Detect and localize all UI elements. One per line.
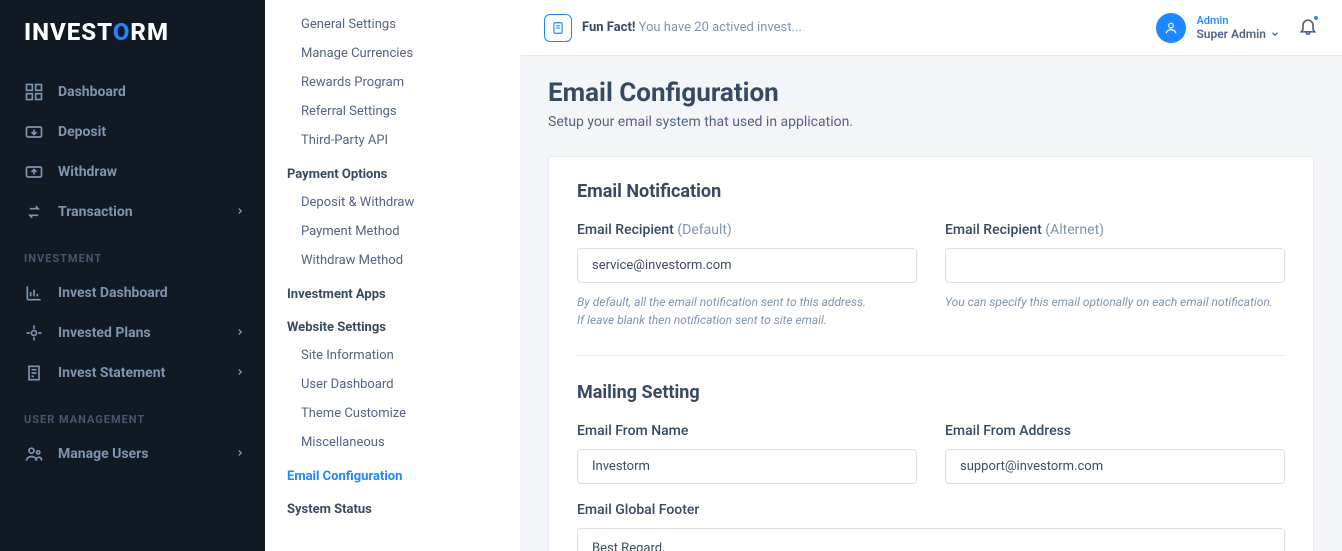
subnav-third-party-api[interactable]: Third-Party API: [265, 126, 520, 155]
user-menu[interactable]: Admin Super Admin: [1156, 13, 1280, 43]
chevron-right-icon: [235, 365, 245, 381]
notifications-button[interactable]: [1298, 16, 1318, 40]
chevron-down-icon: [1270, 29, 1280, 39]
nav-invest-statement[interactable]: Invest Statement: [0, 353, 265, 393]
subnav-system-status[interactable]: System Status: [265, 490, 520, 523]
nav-group-investment: INVESTMENT: [0, 232, 265, 273]
nav-label: Transaction: [58, 204, 133, 220]
users-icon: [24, 444, 44, 464]
label-from-address: Email From Address: [945, 423, 1285, 439]
subnav-deposit-withdraw[interactable]: Deposit & Withdraw: [265, 188, 520, 217]
user-role: Admin: [1196, 14, 1280, 27]
avatar: [1156, 13, 1186, 43]
deposit-icon: [24, 122, 44, 142]
input-from-address[interactable]: [945, 449, 1285, 484]
sidebar: INVESTORM Dashboard Deposit Withdraw Tra…: [0, 0, 265, 551]
subnav-head-payment: Payment Options: [265, 155, 520, 188]
page-subtitle: Setup your email system that used in app…: [548, 114, 1314, 130]
settings-subnav: General Settings Manage Currencies Rewar…: [265, 0, 520, 551]
help-recipient-default: By default, all the email notification s…: [577, 293, 917, 329]
chevron-right-icon: [235, 446, 245, 462]
section-title-notification: Email Notification: [577, 181, 1285, 202]
subnav-manage-currencies[interactable]: Manage Currencies: [265, 39, 520, 68]
divider: [577, 355, 1285, 356]
nav-label: Manage Users: [58, 446, 148, 462]
nav-group-user-mgmt: USER MANAGEMENT: [0, 393, 265, 434]
chart-icon: [24, 283, 44, 303]
withdraw-icon: [24, 162, 44, 182]
nav-label: Dashboard: [58, 84, 126, 100]
nav-manage-users[interactable]: Manage Users: [0, 434, 265, 474]
subnav-rewards-program[interactable]: Rewards Program: [265, 68, 520, 97]
nav-invest-dashboard[interactable]: Invest Dashboard: [0, 273, 265, 313]
input-recipient-default[interactable]: [577, 248, 917, 283]
content: Email Configuration Setup your email sys…: [520, 56, 1342, 551]
topbar: Fun Fact! You have 20 actived invest... …: [520, 0, 1342, 56]
input-from-name[interactable]: [577, 449, 917, 484]
subnav-site-information[interactable]: Site Information: [265, 341, 520, 370]
label-global-footer: Email Global Footer: [577, 502, 1285, 518]
help-recipient-alt: You can specify this email optionally on…: [945, 293, 1285, 311]
input-recipient-alt[interactable]: [945, 248, 1285, 283]
subnav-general-settings[interactable]: General Settings: [265, 10, 520, 39]
brand-part2: RM: [130, 18, 169, 46]
subnav-referral-settings[interactable]: Referral Settings: [265, 97, 520, 126]
subnav-miscellaneous[interactable]: Miscellaneous: [265, 428, 520, 457]
brand-logo[interactable]: INVESTORM: [0, 0, 265, 64]
funfact-text: You have 20 actived invest...: [639, 20, 802, 35]
nav-label: Withdraw: [58, 164, 117, 180]
nav-transaction[interactable]: Transaction: [0, 192, 265, 232]
nav-label: Invest Dashboard: [58, 285, 168, 301]
nav-label: Invested Plans: [58, 325, 151, 341]
subnav-withdraw-method[interactable]: Withdraw Method: [265, 246, 520, 275]
nav-label: Deposit: [58, 124, 106, 140]
textarea-global-footer[interactable]: [577, 528, 1285, 551]
subnav-email-configuration[interactable]: Email Configuration: [265, 457, 520, 490]
chevron-right-icon: [235, 204, 245, 220]
user-name: Super Admin: [1196, 27, 1266, 41]
brand-part1: INVEST: [24, 18, 113, 46]
nav-invested-plans[interactable]: Invested Plans: [0, 313, 265, 353]
chevron-right-icon: [235, 325, 245, 341]
subnav-payment-method[interactable]: Payment Method: [265, 217, 520, 246]
label-recipient-alt: Email Recipient (Alternet): [945, 222, 1285, 238]
label-from-name: Email From Name: [577, 423, 917, 439]
statement-icon: [24, 363, 44, 383]
subnav-theme-customize[interactable]: Theme Customize: [265, 399, 520, 428]
section-title-mailing: Mailing Setting: [577, 382, 1285, 403]
subnav-user-dashboard[interactable]: User Dashboard: [265, 370, 520, 399]
notification-dot: [1312, 14, 1320, 22]
dashboard-icon: [24, 82, 44, 102]
subnav-head-investment-apps[interactable]: Investment Apps: [265, 275, 520, 308]
funfact: Fun Fact! You have 20 actived invest...: [544, 14, 802, 42]
subnav-head-website: Website Settings: [265, 308, 520, 341]
plans-icon: [24, 323, 44, 343]
brand-accent: O: [113, 18, 131, 46]
label-recipient-default: Email Recipient (Default): [577, 222, 917, 238]
page-title: Email Configuration: [548, 78, 1314, 108]
nav-withdraw[interactable]: Withdraw: [0, 152, 265, 192]
nav-dashboard[interactable]: Dashboard: [0, 72, 265, 112]
funfact-bold: Fun Fact!: [582, 20, 635, 35]
nav-deposit[interactable]: Deposit: [0, 112, 265, 152]
nav-label: Invest Statement: [58, 365, 165, 381]
transaction-icon: [24, 202, 44, 222]
settings-card: Email Notification Email Recipient (Defa…: [548, 156, 1314, 551]
funfact-icon: [544, 14, 572, 42]
